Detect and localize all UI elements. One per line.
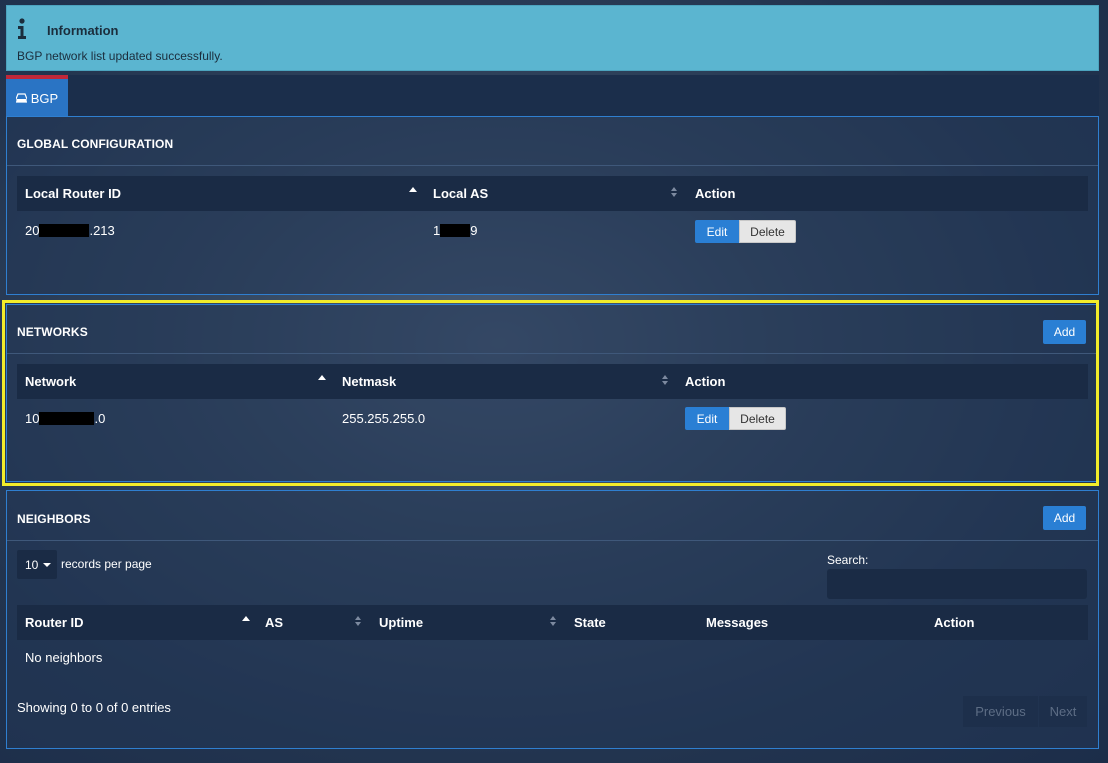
info-icon	[18, 18, 26, 39]
edit-button[interactable]: Edit	[695, 220, 739, 243]
col-action: Action	[695, 186, 736, 201]
delete-button[interactable]: Delete	[729, 407, 786, 430]
edit-button[interactable]: Edit	[685, 407, 729, 430]
tab-bgp-label: BGP	[30, 90, 59, 106]
neighbors-panel: NEIGHBORS Add 10 records per page Search…	[6, 490, 1099, 749]
local-as-cell: 19	[433, 223, 477, 238]
sort-icon	[661, 374, 669, 386]
tab-strip: BGP	[6, 75, 1099, 117]
records-per-page-label: records per page	[61, 557, 152, 571]
networks-panel: NETWORKS Add Network Netmask Action 10.0…	[6, 304, 1099, 482]
search-label: Search:	[827, 553, 869, 567]
col-netmask[interactable]: Netmask	[342, 374, 396, 389]
col-state[interactable]: State	[574, 615, 606, 630]
table-header: Local Router ID Local AS Action	[17, 176, 1088, 211]
info-message: BGP network list updated successfully.	[17, 49, 223, 63]
info-alert: Information BGP network list updated suc…	[6, 5, 1099, 71]
page-length-select[interactable]: 10	[17, 550, 57, 579]
redaction-bar	[39, 224, 90, 237]
search-input[interactable]	[827, 569, 1087, 599]
col-local-as[interactable]: Local AS	[433, 186, 488, 201]
panel-title: NEIGHBORS	[17, 512, 91, 526]
add-neighbor-button[interactable]: Add	[1043, 506, 1086, 530]
table-header: Router ID AS Uptime State Messages Actio…	[17, 605, 1088, 640]
col-router-id[interactable]: Router ID	[25, 615, 84, 630]
local-router-id-cell: 20 .213	[25, 223, 115, 238]
divider	[7, 165, 1098, 166]
redaction-bar	[440, 224, 471, 237]
divider	[7, 353, 1098, 354]
empty-table-message: No neighbors	[25, 650, 103, 665]
redaction-bar	[39, 412, 95, 425]
sort-icon	[549, 615, 557, 627]
divider	[7, 540, 1098, 541]
next-page-button[interactable]: Next	[1039, 696, 1087, 727]
network-cell: 10.0	[25, 411, 105, 426]
table-header: Network Netmask Action	[17, 364, 1088, 399]
router-id-suffix: .213	[89, 223, 115, 238]
global-config-panel: GLOBAL CONFIGURATION Local Router ID Loc…	[6, 116, 1099, 295]
table-info: Showing 0 to 0 of 0 entries	[17, 700, 171, 715]
add-network-button[interactable]: Add	[1043, 320, 1086, 344]
sort-asc-icon	[409, 187, 417, 192]
delete-button[interactable]: Delete	[739, 220, 796, 243]
local-as-suffix: 9	[470, 223, 478, 238]
router-icon	[15, 93, 27, 103]
tab-bgp[interactable]: BGP	[6, 75, 68, 117]
col-as[interactable]: AS	[265, 615, 283, 630]
col-action: Action	[685, 374, 726, 389]
col-network[interactable]: Network	[25, 374, 76, 389]
sort-asc-icon	[318, 375, 326, 380]
sort-icon	[670, 186, 678, 198]
sort-icon	[354, 615, 362, 627]
local-as-prefix: 1	[433, 223, 441, 238]
col-uptime[interactable]: Uptime	[379, 615, 423, 630]
panel-title: NETWORKS	[17, 325, 88, 339]
chevron-down-icon	[43, 563, 51, 567]
page-length-value: 10	[25, 557, 39, 572]
router-id-prefix: 20	[25, 223, 40, 238]
sort-asc-icon	[242, 616, 250, 621]
network-prefix: 10	[25, 411, 40, 426]
col-action: Action	[934, 615, 975, 630]
previous-page-button[interactable]: Previous	[963, 696, 1038, 727]
panel-title: GLOBAL CONFIGURATION	[17, 137, 174, 151]
info-title: Information	[47, 23, 119, 38]
col-messages[interactable]: Messages	[706, 615, 768, 630]
col-local-router-id[interactable]: Local Router ID	[25, 186, 121, 201]
netmask-cell: 255.255.255.0	[342, 411, 426, 426]
network-suffix: .0	[94, 411, 106, 426]
